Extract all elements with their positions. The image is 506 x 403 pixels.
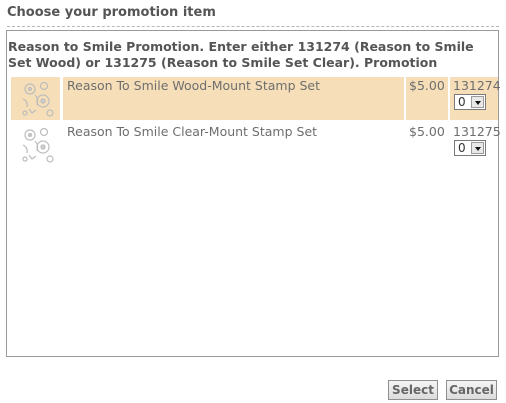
chevron-down-icon[interactable] xyxy=(471,142,484,154)
quantity-value: 0 xyxy=(458,141,466,155)
select-button[interactable]: Select xyxy=(388,380,438,400)
quantity-select[interactable]: 0 xyxy=(454,140,486,156)
chevron-down-icon[interactable] xyxy=(471,96,484,108)
flower-stamp-icon xyxy=(22,81,54,117)
item-sku: 131275 xyxy=(453,124,501,139)
item-price: $5.00 xyxy=(409,124,445,139)
cancel-button[interactable]: Cancel xyxy=(446,380,497,400)
item-sku: 131274 xyxy=(453,78,501,93)
item-price: $5.00 xyxy=(409,78,445,93)
list-item[interactable]: Reason To Smile Clear-Mount Stamp Set $5… xyxy=(9,123,501,166)
title-divider xyxy=(7,26,499,27)
quantity-value: 0 xyxy=(458,95,466,109)
promotion-panel: Reason to Smile Promotion. Enter either … xyxy=(6,30,501,357)
list-item[interactable]: Reason To Smile Wood-Mount Stamp Set $5.… xyxy=(9,77,501,120)
promotion-dialog: Choose your promotion item Reason to Smi… xyxy=(0,0,506,403)
dialog-title: Choose your promotion item xyxy=(7,5,216,20)
quantity-select[interactable]: 0 xyxy=(454,94,486,110)
flower-stamp-icon xyxy=(22,127,54,163)
promotion-description: Reason to Smile Promotion. Enter either … xyxy=(8,39,474,70)
item-name: Reason To Smile Wood-Mount Stamp Set xyxy=(67,78,321,93)
item-name: Reason To Smile Clear-Mount Stamp Set xyxy=(67,124,318,139)
